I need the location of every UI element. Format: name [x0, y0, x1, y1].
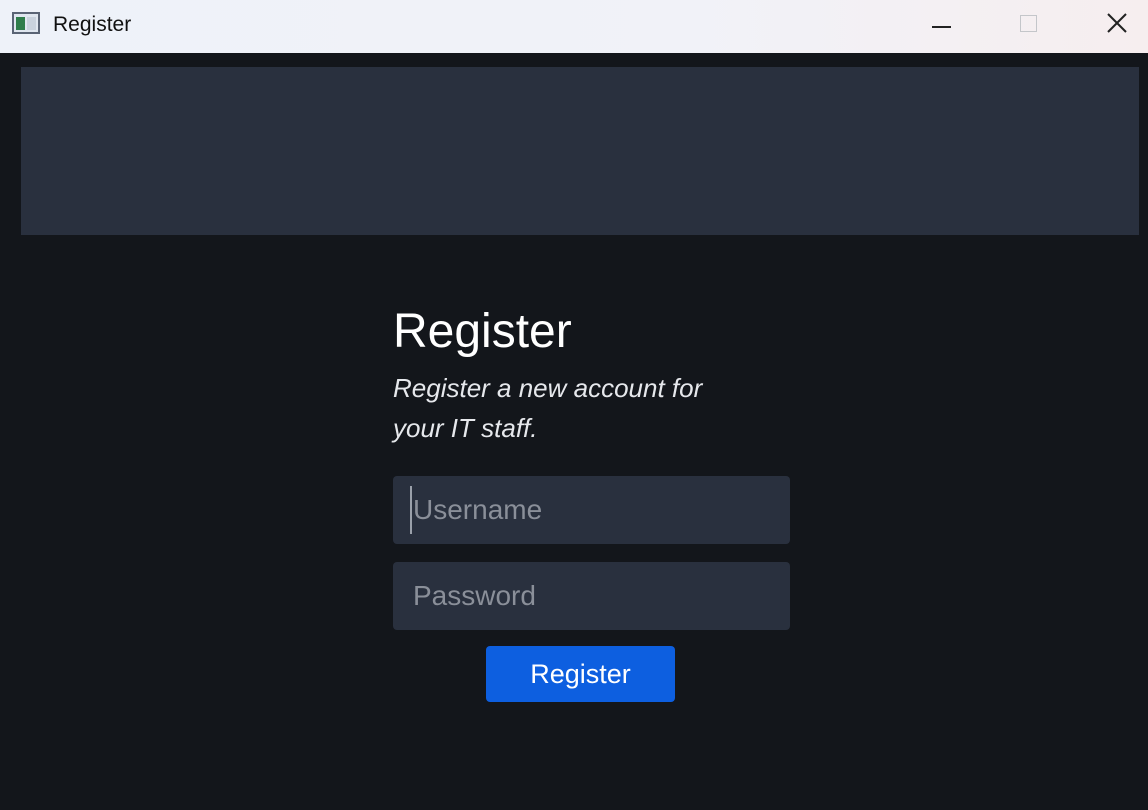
app-icon	[12, 12, 40, 34]
register-form: Register Register a new account for your…	[393, 302, 790, 702]
header-banner	[21, 67, 1139, 235]
maximize-button[interactable]	[998, 0, 1058, 53]
password-field[interactable]: Password	[393, 562, 790, 630]
username-placeholder: Username	[413, 494, 543, 525]
maximize-icon	[1020, 15, 1037, 32]
minimize-icon	[932, 26, 951, 28]
page-title: Register	[393, 305, 572, 358]
password-placeholder: Password	[413, 580, 536, 611]
close-button[interactable]	[1087, 0, 1147, 53]
close-icon	[1107, 13, 1127, 33]
minimize-button[interactable]	[911, 0, 971, 53]
form-subtitle: Register a new account for your IT staff…	[393, 373, 703, 443]
username-field[interactable]: Username	[393, 476, 790, 544]
title-bar: Register	[0, 0, 1148, 53]
register-button[interactable]: Register	[486, 646, 675, 702]
window-title: Register	[53, 13, 132, 36]
text-caret	[410, 486, 412, 534]
